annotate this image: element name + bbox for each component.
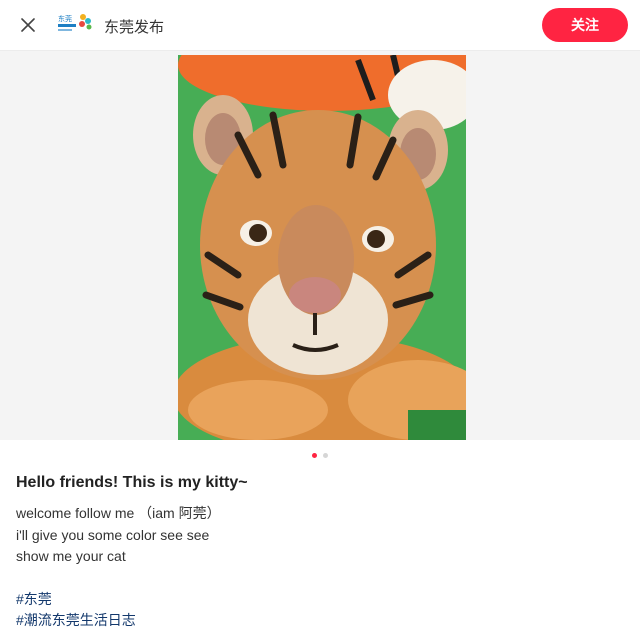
avatar[interactable]: 东莞 xyxy=(56,9,96,39)
post-title: Hello friends! This is my kitty~ xyxy=(16,474,248,491)
carousel-dot-active[interactable] xyxy=(312,452,317,458)
top-bar: 东莞 东莞发布 关注 xyxy=(0,0,640,51)
description-line: show me your cat xyxy=(16,548,126,564)
description-line: welcome follow me （iam 阿莞） xyxy=(16,505,221,521)
hashtag-link[interactable]: #潮流东莞生活日志 xyxy=(16,610,624,631)
description-line: i'll give you some color see see xyxy=(16,526,210,543)
hashtag-link[interactable]: #东莞 xyxy=(16,589,624,610)
tiger-cub-image xyxy=(178,55,466,440)
carousel-indicator xyxy=(0,440,640,470)
close-icon xyxy=(21,18,35,32)
svg-text:东莞: 东莞 xyxy=(58,14,72,23)
follow-button[interactable]: 关注 xyxy=(542,8,628,42)
hashtag-list: #东莞 #潮流东莞生活日志 xyxy=(16,589,624,631)
post-content: Hello friends! This is my kitty~ welcome… xyxy=(0,470,640,631)
media-area xyxy=(0,51,640,440)
author-name[interactable]: 东莞发布 xyxy=(104,16,164,37)
post-description: welcome follow me （iam 阿莞） i'll give you… xyxy=(16,503,624,568)
close-button[interactable] xyxy=(14,11,42,39)
post-image[interactable] xyxy=(178,55,466,440)
carousel-dot[interactable] xyxy=(323,452,328,458)
